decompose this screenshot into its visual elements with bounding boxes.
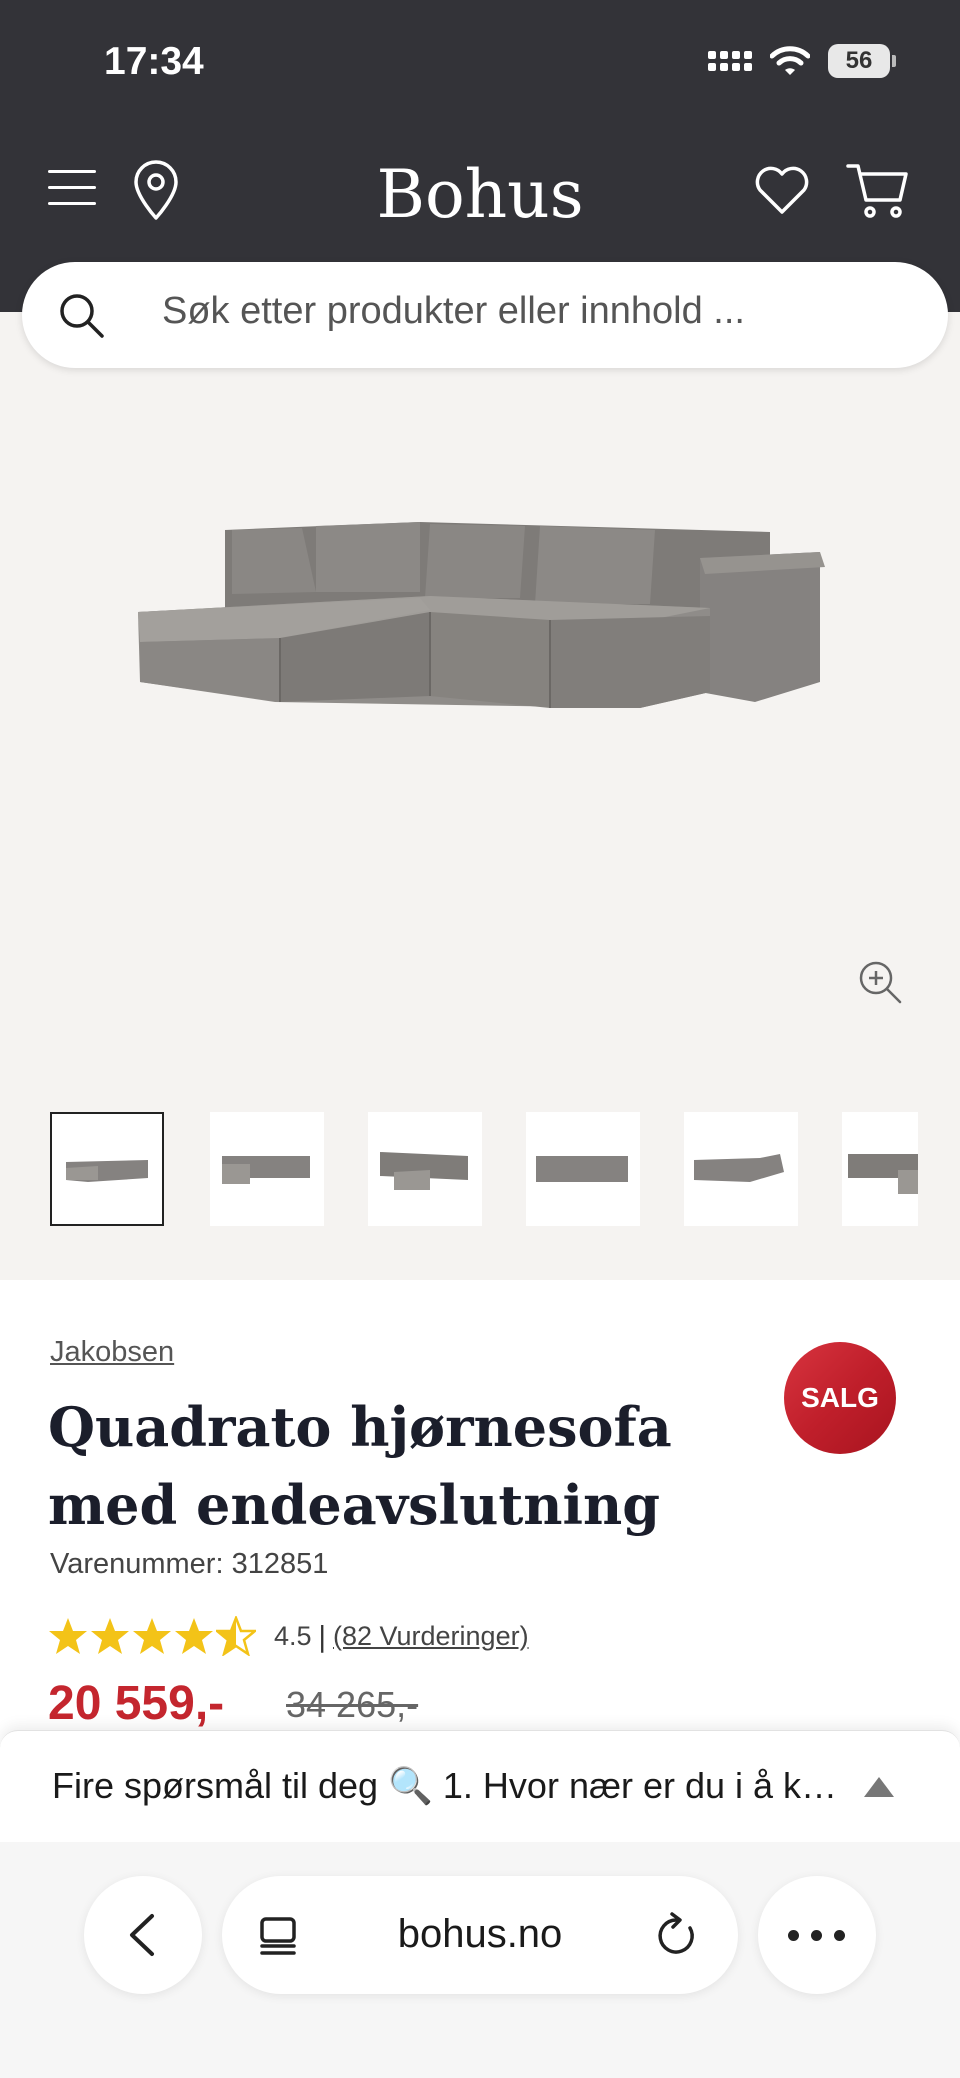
- search-icon[interactable]: [56, 290, 106, 340]
- product-main-image[interactable]: [120, 512, 840, 752]
- wifi-icon: [770, 46, 810, 75]
- survey-question-text[interactable]: Fire spørsmål til deg 🔍 1. Hvor nær er d…: [52, 1765, 842, 1807]
- thumbnail-3[interactable]: [368, 1112, 482, 1226]
- sku-value: 312851: [231, 1548, 329, 1580]
- thumbnail-1[interactable]: [50, 1112, 164, 1226]
- battery-indicator: 56: [828, 44, 896, 78]
- cellular-signal-icon: [708, 51, 752, 71]
- brand-logo[interactable]: Bohus: [0, 156, 960, 233]
- more-icon: [788, 1930, 845, 1941]
- status-time: 17:34: [104, 40, 204, 83]
- product-sku: Varenummer: 312851: [50, 1548, 328, 1581]
- star-icon: [49, 1618, 87, 1654]
- thumbnail-5[interactable]: [684, 1112, 798, 1226]
- rating-separator: |: [317, 1619, 327, 1653]
- sale-badge: SALG: [784, 1342, 896, 1454]
- rating-stars: [48, 1616, 256, 1656]
- status-indicators: 56: [708, 44, 896, 78]
- product-gallery: [0, 312, 960, 1280]
- current-price: 20 559,-: [48, 1677, 225, 1730]
- thumbnail-4[interactable]: [526, 1112, 640, 1226]
- original-price: 34 265,-: [286, 1684, 419, 1725]
- reviews-link[interactable]: (82 Vurderinger): [333, 1621, 529, 1652]
- thumbnail-2[interactable]: [210, 1112, 324, 1226]
- star-icon: [175, 1618, 213, 1654]
- battery-level: 56: [828, 44, 890, 78]
- heart-icon[interactable]: [754, 164, 810, 216]
- zoom-in-icon[interactable]: [856, 958, 904, 1006]
- browser-toolbar: bohus.no: [0, 1842, 960, 2078]
- search-bar[interactable]: Søk etter produkter eller innhold ...: [22, 262, 948, 368]
- rating-value: 4.5: [274, 1620, 312, 1651]
- product-rating: 4.5 | (82 Vurderinger): [48, 1614, 529, 1658]
- reload-icon[interactable]: [654, 1912, 700, 1958]
- thumbnail-6[interactable]: [842, 1112, 918, 1226]
- cart-icon[interactable]: [846, 160, 910, 220]
- back-arrow-icon: [130, 1914, 154, 1956]
- sku-label: Varenummer:: [50, 1548, 232, 1580]
- star-icon: [91, 1618, 129, 1654]
- back-button[interactable]: [84, 1876, 202, 1994]
- product-brand-link[interactable]: Jakobsen: [50, 1336, 174, 1369]
- half-star-icon: [216, 1616, 256, 1656]
- more-button[interactable]: [758, 1876, 876, 1994]
- survey-bar[interactable]: Fire spørsmål til deg 🔍 1. Hvor nær er d…: [0, 1730, 960, 1842]
- thumbnail-strip: [48, 1112, 918, 1232]
- product-title: Quadrato hjørnesofa med endeavslutning: [48, 1395, 672, 1537]
- address-bar[interactable]: bohus.no: [222, 1876, 738, 1994]
- star-icon: [133, 1618, 171, 1654]
- search-input[interactable]: Søk etter produkter eller innhold ...: [162, 290, 745, 333]
- nav-row: Bohus: [0, 150, 960, 233]
- chevron-up-icon[interactable]: [862, 1773, 896, 1801]
